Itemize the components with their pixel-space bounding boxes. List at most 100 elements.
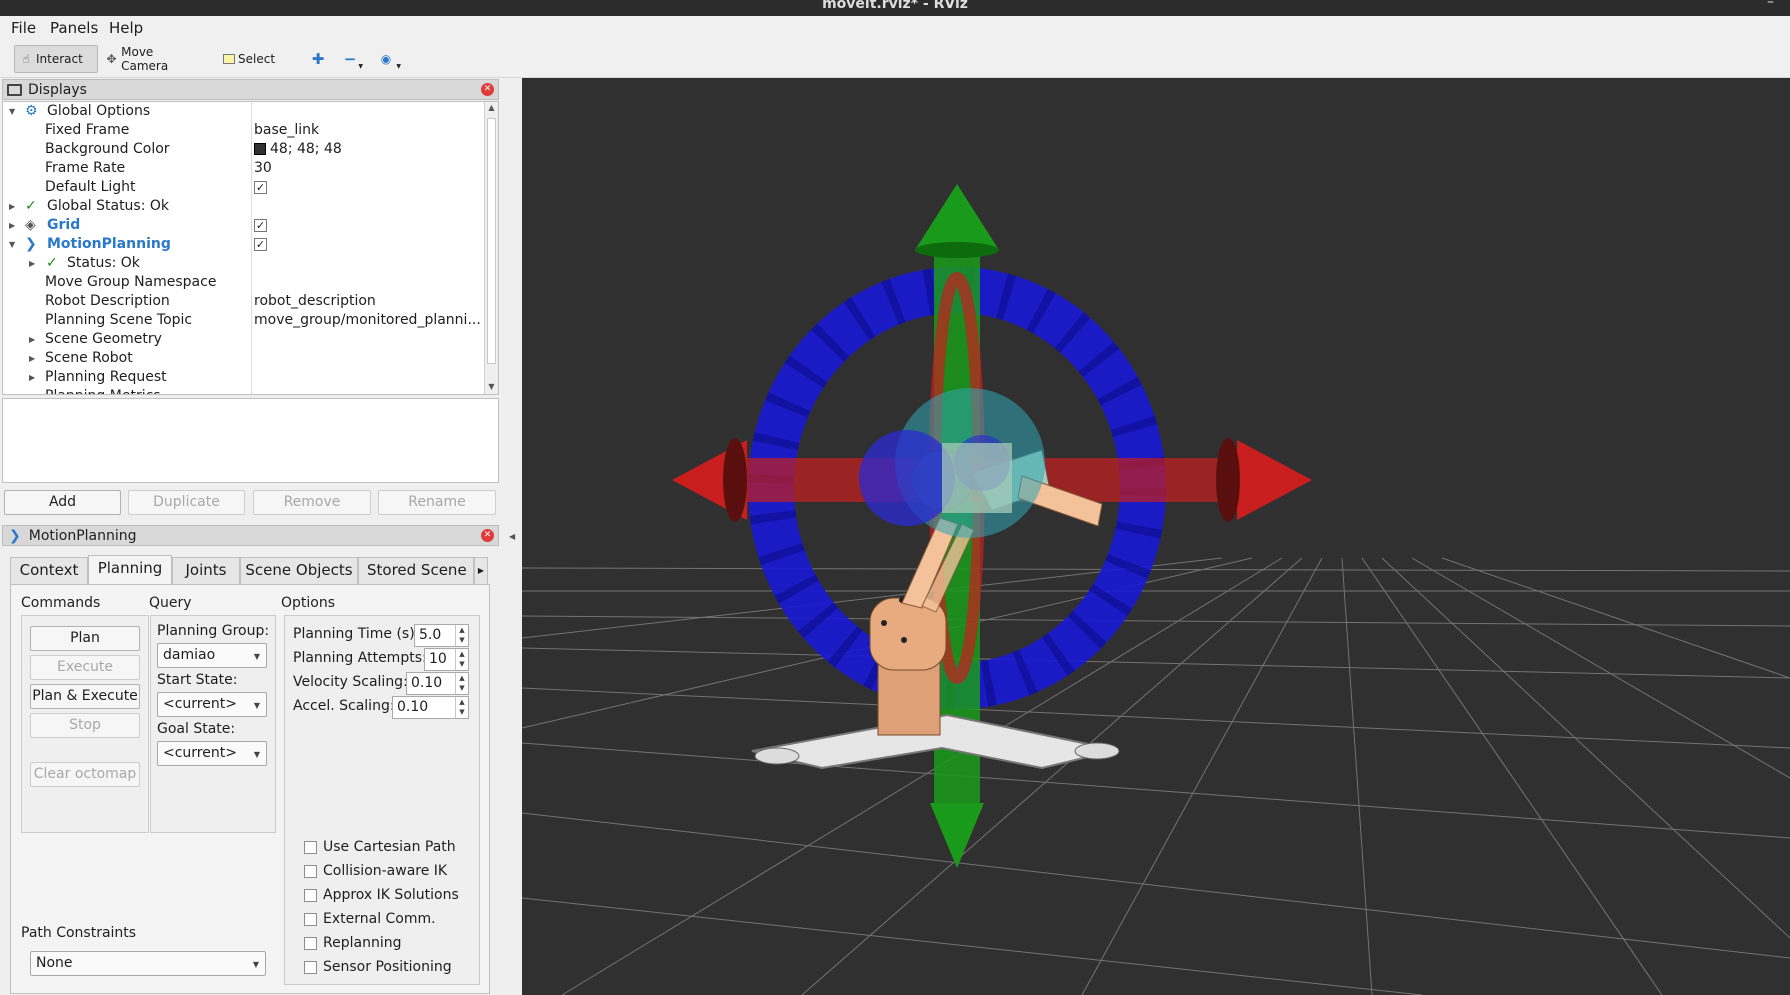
add-display-button[interactable]: Add: [4, 490, 121, 515]
view-tool-button[interactable]: ◉ ▼: [374, 45, 404, 73]
tree-row-motion-planning[interactable]: ▼ ❯ MotionPlanning ✓: [3, 235, 486, 254]
plan-button[interactable]: Plan: [30, 626, 140, 651]
spin-arrows-icon[interactable]: ▲ ▼: [455, 649, 468, 670]
tree-row-frame-rate[interactable]: Frame Rate 30: [3, 159, 486, 178]
default-light-checkbox[interactable]: ✓: [254, 178, 267, 197]
add-tool-button[interactable]: ✚: [306, 45, 330, 73]
collapsed-arrow-icon[interactable]: ▶: [29, 254, 39, 273]
tree-value[interactable]: move_group/monitored_planni...: [254, 311, 481, 330]
planning-time-label: Planning Time (s):: [293, 626, 420, 642]
spin-arrows-icon[interactable]: ▲ ▼: [455, 697, 468, 718]
close-icon[interactable]: ✕: [481, 529, 494, 542]
scrollbar-thumb[interactable]: [487, 118, 496, 364]
tree-value[interactable]: base_link: [254, 121, 319, 140]
menu-file[interactable]: File: [11, 19, 36, 37]
tab-scroll-right-arrow-icon[interactable]: ▶: [474, 557, 488, 584]
collapsed-arrow-icon[interactable]: ▶: [29, 368, 39, 387]
accel-scaling-spinbox[interactable]: 0.10 ▲ ▼: [392, 696, 469, 719]
planning-group-select[interactable]: damiao ▼: [157, 643, 267, 668]
spin-arrows-icon[interactable]: ▲ ▼: [455, 625, 468, 646]
sensor-positioning-checkbox[interactable]: Sensor Positioning: [304, 957, 452, 977]
select-label: Select: [238, 52, 276, 66]
expand-arrow-icon[interactable]: ▼: [9, 102, 19, 121]
remove-tool-button[interactable]: − ▼: [338, 45, 366, 73]
spin-arrows-icon[interactable]: ▲ ▼: [455, 673, 468, 694]
planning-time-spinbox[interactable]: 5.0 ▲ ▼: [414, 624, 469, 647]
close-icon[interactable]: ✕: [481, 83, 494, 96]
tree-row-grid[interactable]: ▶ ◈ Grid ✓: [3, 216, 486, 235]
execute-button[interactable]: Execute: [30, 655, 140, 680]
tab-stored-scenes[interactable]: Stored Scene: [358, 557, 474, 584]
scene-3d[interactable]: [522, 78, 1790, 995]
menu-help[interactable]: Help: [109, 19, 143, 37]
checkbox-label: Use Cartesian Path: [323, 839, 456, 855]
collapsed-arrow-icon[interactable]: ▶: [29, 387, 39, 394]
planning-attempts-value: 10: [429, 651, 447, 667]
tree-value-color[interactable]: 48; 48; 48: [254, 140, 342, 159]
clear-octomap-button[interactable]: Clear octomap: [30, 762, 140, 787]
tree-row-robot-description[interactable]: Robot Description robot_description: [3, 292, 486, 311]
tree-row-default-light[interactable]: Default Light ✓: [3, 178, 486, 197]
tree-row-fixed-frame[interactable]: Fixed Frame base_link: [3, 121, 486, 140]
tree-row-scene-robot[interactable]: ▶ Scene Robot: [3, 349, 486, 368]
tab-scene-objects[interactable]: Scene Objects: [240, 557, 358, 584]
collapsed-arrow-icon[interactable]: ▶: [9, 197, 19, 216]
move-camera-tool-button[interactable]: ✥ Move Camera: [100, 45, 204, 73]
grid-enabled-checkbox[interactable]: ✓: [254, 216, 267, 235]
interact-tool-button[interactable]: ☝ Interact: [14, 45, 98, 73]
collapsed-arrow-icon[interactable]: ▶: [29, 330, 39, 349]
tree-value[interactable]: robot_description: [254, 292, 376, 311]
motion-planning-enabled-checkbox[interactable]: ✓: [254, 235, 267, 254]
stop-button[interactable]: Stop: [30, 713, 140, 738]
tree-label: Background Color: [45, 141, 170, 157]
tab-context[interactable]: Context: [10, 557, 88, 584]
menu-panels[interactable]: Panels: [50, 19, 98, 37]
tree-value[interactable]: 30: [254, 159, 272, 178]
motion-planning-icon: ❯: [9, 527, 21, 544]
color-swatch: [254, 143, 266, 155]
duplicate-display-button[interactable]: Duplicate: [128, 490, 245, 515]
collapsed-arrow-icon[interactable]: ▶: [29, 349, 39, 368]
tree-row-scene-geometry[interactable]: ▶ Scene Geometry: [3, 330, 486, 349]
approx-ik-solutions-checkbox[interactable]: Approx IK Solutions: [304, 885, 459, 905]
start-state-select[interactable]: <current> ▼: [157, 692, 267, 717]
displays-tree[interactable]: ▼ ⚙ Global Options Fixed Frame base_link…: [2, 101, 499, 395]
tree-row-planning-metrics[interactable]: ▶ Planning Metrics: [3, 387, 486, 394]
tree-scrollbar[interactable]: ▲ ▼: [484, 102, 498, 394]
start-state-value: <current>: [163, 696, 237, 712]
plan-execute-button[interactable]: Plan & Execute: [30, 684, 140, 709]
replanning-checkbox[interactable]: Replanning: [304, 933, 401, 953]
property-description-area: [2, 398, 499, 483]
tree-row-move-group-namespace[interactable]: Move Group Namespace: [3, 273, 486, 292]
goal-state-select[interactable]: <current> ▼: [157, 741, 267, 766]
tree-label: Grid: [47, 217, 81, 233]
scroll-up-arrow-icon[interactable]: ▲: [485, 103, 498, 116]
path-constraints-select[interactable]: None ▼: [30, 951, 266, 976]
velocity-scaling-spinbox[interactable]: 0.10 ▲ ▼: [406, 672, 469, 695]
tree-row-background-color[interactable]: Background Color 48; 48; 48: [3, 140, 486, 159]
checkbox-label: Approx IK Solutions: [323, 887, 459, 903]
collision-aware-ik-checkbox[interactable]: Collision-aware IK: [304, 861, 447, 881]
tree-row-global-options[interactable]: ▼ ⚙ Global Options: [3, 102, 486, 121]
select-tool-button[interactable]: Select: [218, 45, 280, 73]
remove-display-button[interactable]: Remove: [253, 490, 371, 515]
collapsed-arrow-icon[interactable]: ▶: [9, 216, 19, 235]
scroll-down-arrow-icon[interactable]: ▼: [485, 382, 498, 394]
checkbox-box: [304, 840, 317, 854]
tree-label: Default Light: [45, 179, 136, 195]
rename-display-button[interactable]: Rename: [378, 490, 496, 515]
render-viewport[interactable]: [522, 78, 1790, 995]
tree-row-planning-request[interactable]: ▶ Planning Request: [3, 368, 486, 387]
use-cartesian-path-checkbox[interactable]: Use Cartesian Path: [304, 837, 456, 857]
window-minimize-icon[interactable]: –: [1767, 0, 1774, 10]
planning-attempts-spinbox[interactable]: 10 ▲ ▼: [424, 648, 469, 671]
tab-joints[interactable]: Joints: [172, 557, 240, 584]
splitter-collapse-arrow-icon[interactable]: ◀: [509, 532, 515, 541]
tree-row-global-status[interactable]: ▶ ✓ Global Status: Ok: [3, 197, 486, 216]
tree-row-planning-scene-topic[interactable]: Planning Scene Topic move_group/monitore…: [3, 311, 486, 330]
motion-planning-title: MotionPlanning: [28, 527, 137, 544]
tree-row-status[interactable]: ▶ ✓ Status: Ok: [3, 254, 486, 273]
tab-planning[interactable]: Planning: [88, 555, 172, 584]
external-comm-checkbox[interactable]: External Comm.: [304, 909, 436, 929]
expand-arrow-icon[interactable]: ▼: [9, 235, 19, 254]
